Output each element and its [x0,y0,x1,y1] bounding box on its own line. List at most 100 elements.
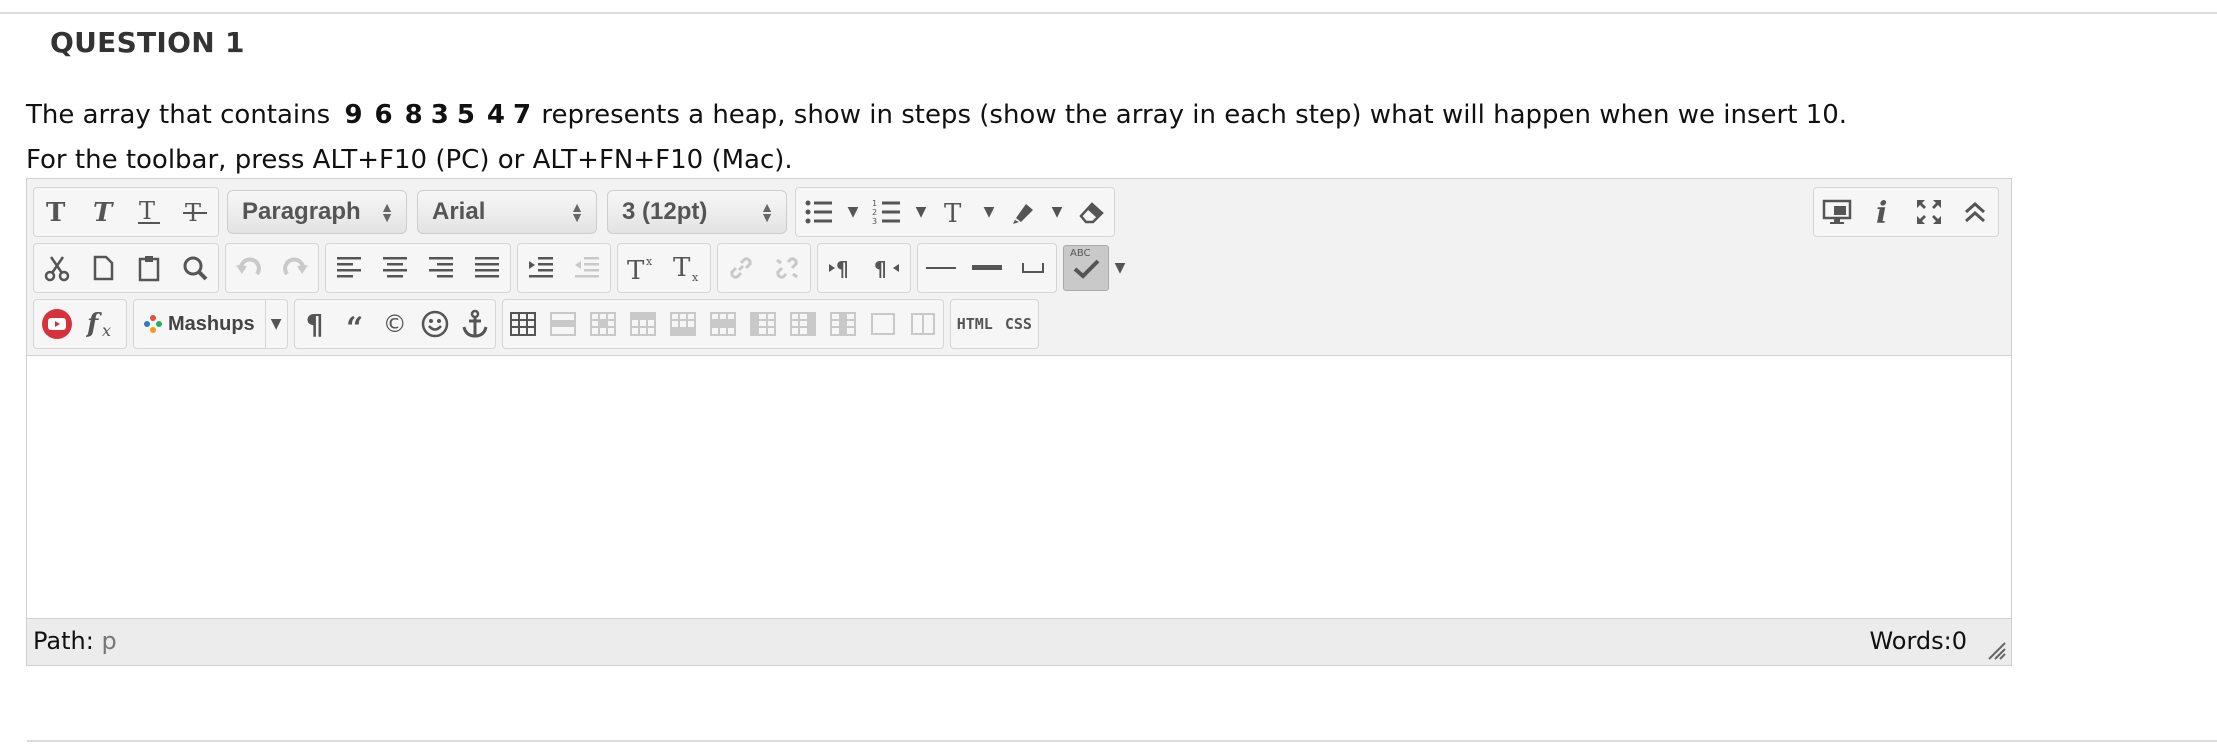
strikethrough-button[interactable]: T [172,188,218,236]
align-left-button[interactable] [326,244,372,292]
cut-button[interactable] [34,244,80,292]
nonbreaking-space-button[interactable] [1010,244,1056,292]
link-icon [730,257,752,279]
media-group: fx [33,299,127,349]
outdent-button[interactable] [564,244,610,292]
font-size-select[interactable]: 3 (12pt) ▲ ▼ [607,190,787,234]
highlight-button[interactable] [1000,188,1046,236]
question-title: QUESTION 1 [50,26,245,59]
ltr-button[interactable]: ¶ [818,244,864,292]
unlink-button[interactable] [764,244,810,292]
show-blocks-button[interactable]: ¶ [295,300,335,348]
superscript-button[interactable]: Tx [618,244,664,292]
insert-column-after-button[interactable] [783,300,823,348]
array-value: 6 [374,100,393,130]
svg-text:T: T [46,199,66,225]
special-character-button[interactable]: © [375,300,415,348]
font-family-select[interactable]: Arial ▲ ▼ [417,190,597,234]
table-row-props-button[interactable] [543,300,583,348]
mashups-button[interactable]: Mashups [134,300,265,348]
numbered-list-button[interactable]: 123 [864,188,910,236]
insert-equation-button[interactable]: fx [80,300,126,348]
bullet-list-dropdown[interactable]: ▼ [842,188,864,236]
redo-button[interactable] [272,244,318,292]
italic-button[interactable]: T [80,188,126,236]
collapse-toolbar-button[interactable] [1952,188,1998,236]
editor-content-area[interactable] [27,356,2011,620]
path-label: Path: [33,627,94,655]
insert-youtube-button[interactable] [34,300,80,348]
justify-button[interactable] [464,244,510,292]
merge-cells-button[interactable] [903,300,943,348]
insert-symbols-group: ¶ “ © [293,299,496,349]
superscript-icon: Tx [627,255,653,282]
insert-table-button[interactable] [503,300,543,348]
text-color-dropdown[interactable]: ▼ [978,188,1000,236]
question-text: The array that contains 9683547 represen… [26,100,1847,130]
table-row-icon [549,312,576,336]
emoticons-button[interactable] [415,300,455,348]
rtl-button[interactable]: ¶ [864,244,910,292]
mashups-dropdown[interactable]: ▼ [264,300,287,348]
code-group: HTML CSS [949,299,1039,349]
mashups-icon [144,315,162,333]
align-right-button[interactable] [418,244,464,292]
align-center-icon [383,257,407,278]
heap-array: 9683547 [338,100,541,130]
question-text-after: represents a heap, show in steps (show t… [541,100,1848,130]
indent-button[interactable] [518,244,564,292]
bullet-list-button[interactable] [796,188,842,236]
html-source-button[interactable]: HTML [951,300,999,348]
path-value[interactable]: p [101,627,116,655]
align-center-button[interactable] [372,244,418,292]
info-button[interactable]: i [1860,188,1906,236]
insert-link-button[interactable] [718,244,764,292]
copy-button[interactable] [80,244,126,292]
mashups-group: Mashups ▼ [133,299,288,349]
preview-button[interactable] [1814,188,1860,236]
underline-button[interactable]: T [126,188,172,236]
text-color-button[interactable]: T [932,188,978,236]
insert-column-before-button[interactable] [743,300,783,348]
bullet-list-icon [805,200,832,224]
underline-icon: T [138,198,160,225]
numbered-list-dropdown[interactable]: ▼ [910,188,932,236]
bold-button[interactable]: T [34,188,80,236]
find-button[interactable] [172,244,218,292]
outdent-icon [575,257,599,278]
split-cells-button[interactable] [863,300,903,348]
format-select[interactable]: Paragraph ▲ ▼ [227,190,407,234]
undo-button[interactable] [226,244,272,292]
array-value: 7 [513,100,532,130]
anchor-button[interactable] [455,300,495,348]
table-cell-props-button[interactable] [583,300,623,348]
clear-formatting-button[interactable] [1068,188,1114,236]
delete-column-button[interactable] [823,300,863,348]
insert-row-before-button[interactable] [623,300,663,348]
svg-text:¶: ¶ [836,257,849,281]
resize-grip-icon[interactable] [1985,639,2007,661]
fullscreen-button[interactable] [1906,188,1952,236]
space-icon [1022,263,1044,273]
css-button[interactable]: CSS [999,300,1038,348]
horizontal-rule-button[interactable] [918,244,964,292]
paste-button[interactable] [126,244,172,292]
row-before-icon [629,312,656,336]
split-cell-icon [870,313,895,335]
checkmark-icon [1073,259,1100,279]
subscript-button[interactable]: Tx [664,244,710,292]
eraser-icon [1079,202,1104,224]
blockquote-button[interactable]: “ [335,300,375,348]
spellcheck-dropdown[interactable]: ▼ [1109,244,1131,292]
select-arrows-icon: ▲ ▼ [760,199,774,225]
youtube-icon [42,309,72,339]
spellcheck-button[interactable]: ABC [1063,245,1109,291]
delete-row-button[interactable] [703,300,743,348]
bottom-divider [27,740,2217,742]
svg-text:T: T [627,256,645,282]
insert-row-after-button[interactable] [663,300,703,348]
thick-rule-button[interactable] [964,244,1010,292]
rtl-paragraph-icon: ¶ [874,257,899,281]
undo-icon [236,257,261,276]
highlight-dropdown[interactable]: ▼ [1046,188,1068,236]
